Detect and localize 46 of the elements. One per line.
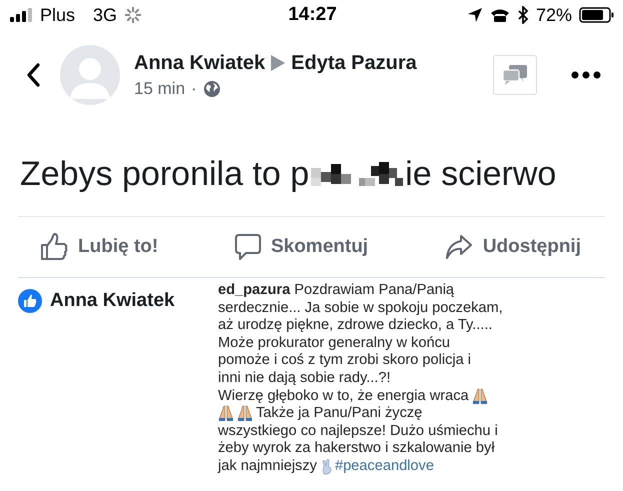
comment-text: pomoże i coś z tym zrobi skoro policja i (218, 352, 472, 370)
comment-text: Także ja Panu/Pani życzę (256, 405, 422, 423)
comment-button[interactable]: Skomentuj (232, 229, 370, 265)
bluetooth-icon (516, 6, 529, 24)
reactor-name[interactable]: Anna Kwiatek (50, 290, 175, 312)
battery-percentage: 72% (536, 4, 572, 26)
comment-text: inni nie dają sobie rady...?! (218, 370, 391, 388)
activity-spinner-icon (125, 7, 142, 23)
peace-hand-icon (320, 458, 332, 475)
clock-time: 14:27 (288, 4, 337, 26)
comment-text: Może prokurator generalny w końcu (218, 334, 450, 352)
author-name[interactable]: Anna Kwiatek (134, 52, 266, 74)
comment-text: żeby wyrok za hakerstwo i szkalowanie był (218, 440, 495, 458)
comment-text: ed_pazura Pozdrawiam Pana/Panią (218, 282, 454, 300)
praying-hands-icon (218, 405, 234, 422)
comment-text: aż urodzę piękne, zdrowe dziecko, a Ty..... (218, 317, 492, 335)
praying-hands-icon (472, 388, 488, 405)
network-type: 3G (93, 4, 118, 26)
triangle-right-icon (271, 55, 286, 71)
hashtag-link[interactable]: #peaceandlove (334, 458, 434, 476)
signal-icon (10, 8, 32, 22)
back-icon[interactable] (26, 63, 40, 87)
post-text: Zebys poronila to p (20, 154, 310, 194)
speech-bubble-icon (234, 233, 261, 261)
share-button[interactable]: Udostępnij (442, 230, 583, 264)
battery-icon (579, 7, 616, 23)
comment-text: serdecznie... Ja sobie w spokoju poczekam, (218, 300, 503, 318)
comment-text: wszystkiego co najlepsze! Dużo uśmiechu i (218, 422, 498, 440)
globe-icon (202, 80, 221, 98)
message-button[interactable] (493, 55, 537, 95)
post-text: ie scierwo (405, 154, 556, 194)
praying-hands-icon (237, 405, 253, 422)
thumbs-up-icon (40, 233, 68, 261)
like-button[interactable]: Lubię to! (38, 229, 160, 265)
more-options-icon[interactable] (571, 71, 601, 79)
carrier-name: Plus (40, 4, 76, 26)
post-time[interactable]: 15 min (134, 78, 186, 98)
separator-dot: · (191, 78, 197, 98)
location-arrow-icon (466, 7, 483, 23)
share-arrow-icon (444, 234, 473, 260)
like-reaction-icon (18, 289, 42, 313)
recipient-name[interactable]: Edyta Pazura (291, 52, 417, 74)
comment-text: jak najmniejszy (218, 458, 317, 476)
chat-bubbles-icon (503, 65, 527, 85)
comment-text: Wierzę głęboko w to, że energia wraca (218, 388, 469, 406)
phone-icon (490, 8, 510, 22)
